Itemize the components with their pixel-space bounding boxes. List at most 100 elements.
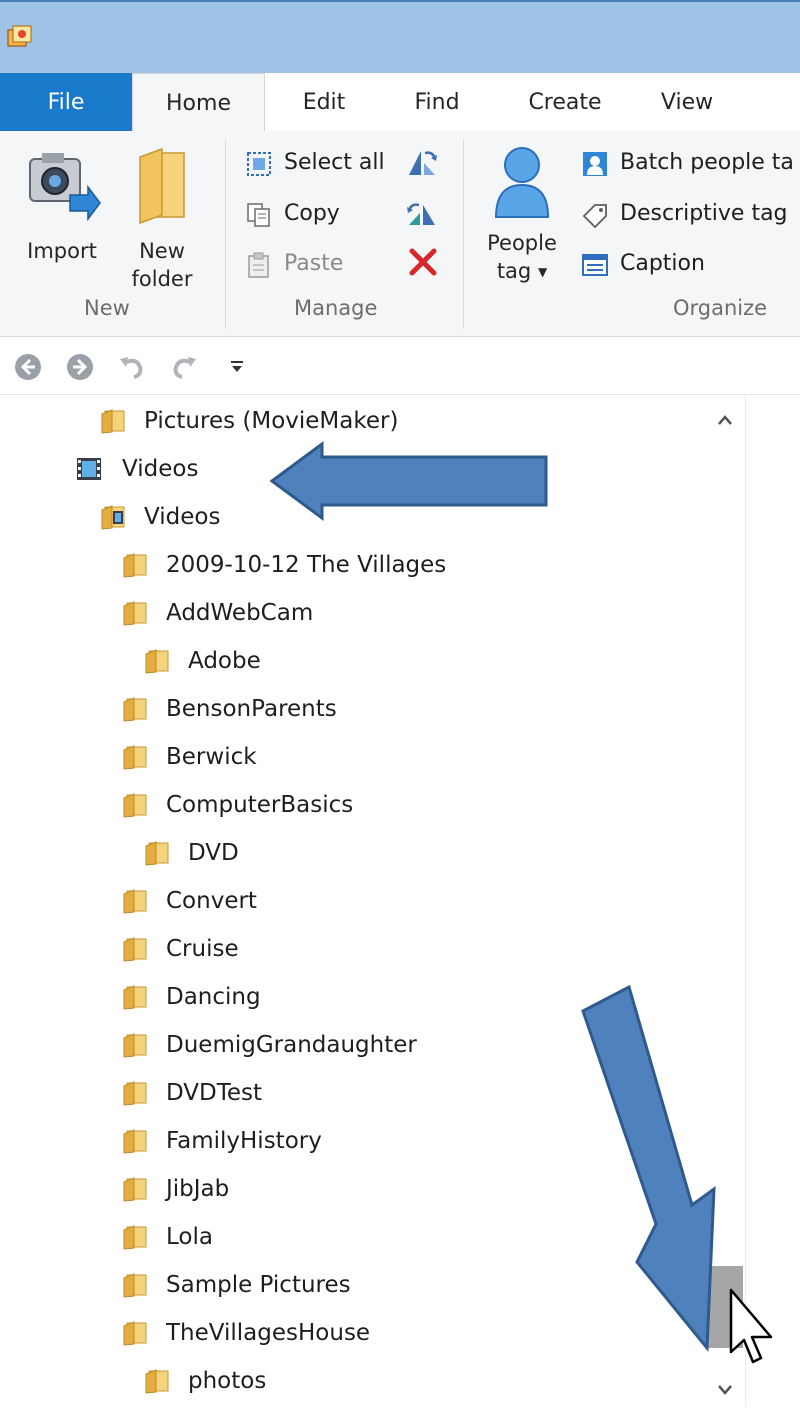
descriptive-tag-button[interactable]: Descriptive tag xyxy=(582,194,800,234)
paste-icon xyxy=(248,252,269,278)
descriptive-tag-label: Descriptive tag xyxy=(620,201,788,226)
folder-icon xyxy=(123,553,147,578)
folder-icon xyxy=(123,793,147,818)
group-label-manage: Manage xyxy=(294,296,378,320)
ribbon-tabs: File Home Edit Find Create View xyxy=(0,73,800,133)
tree-item-label: Videos xyxy=(144,504,221,530)
folder-icon xyxy=(123,889,147,914)
folder-label: folder xyxy=(131,267,193,291)
tab-create[interactable]: Create xyxy=(491,73,639,131)
folder-icon xyxy=(123,937,147,962)
new-folder-button[interactable]: New folder xyxy=(120,141,204,291)
group-label-organize: Organize xyxy=(673,296,768,320)
folder-icon xyxy=(123,1033,147,1058)
import-label: Import xyxy=(27,239,97,263)
folder-icon xyxy=(123,601,147,626)
copy-label: Copy xyxy=(284,201,340,226)
group-divider xyxy=(463,139,464,329)
tree-item-label: FamilyHistory xyxy=(166,1128,322,1154)
tree-item-label: Lola xyxy=(166,1224,213,1250)
tree-item-label: DuemigGrandaughter xyxy=(166,1032,417,1058)
tree-item-label: 2009-10-12 The Villages xyxy=(166,552,447,578)
batch-people-label: Batch people ta xyxy=(620,150,794,175)
new-folder-icon xyxy=(139,147,185,225)
people-label: People xyxy=(487,231,557,255)
tree-item-label: photos xyxy=(188,1368,267,1394)
tree-item-label: AddWebCam xyxy=(166,600,314,626)
tag-dropdown[interactable]: tag ▼ xyxy=(476,257,568,286)
video-folder-icon xyxy=(101,505,125,530)
batch-people-icon xyxy=(583,152,607,176)
group-divider xyxy=(225,139,226,329)
tree-item-label: Convert xyxy=(166,888,257,914)
tab-file[interactable]: File xyxy=(0,73,132,131)
copy-button[interactable]: Copy xyxy=(246,194,366,234)
tree-item-label: Sample Pictures xyxy=(166,1272,351,1298)
customize-dropdown-icon[interactable] xyxy=(230,361,244,373)
select-all-label: Select all xyxy=(284,150,385,175)
copy-icon xyxy=(247,203,270,227)
folder-icon xyxy=(145,841,169,866)
folder-icon xyxy=(145,1369,169,1394)
undo-icon[interactable] xyxy=(118,353,148,381)
title-bar xyxy=(0,0,800,73)
caption-button[interactable]: Caption xyxy=(582,244,782,284)
content-pane xyxy=(745,395,800,1407)
tab-find[interactable]: Find xyxy=(383,73,491,131)
scrollbar-track[interactable] xyxy=(707,395,743,1407)
tree-item-label: Videos xyxy=(122,456,199,482)
photo-gallery-app-icon[interactable] xyxy=(6,24,34,50)
tree-item-label: TheVillagesHouse xyxy=(166,1320,371,1346)
tree-item-label: Pictures (MovieMaker) xyxy=(144,408,399,434)
tab-view[interactable]: View xyxy=(639,73,735,131)
tree-item-label: Adobe xyxy=(188,648,261,674)
tree-item-label: JibJab xyxy=(166,1176,230,1202)
new-label: New xyxy=(139,239,185,263)
caption-icon xyxy=(582,254,608,276)
scroll-down-icon[interactable] xyxy=(707,1372,743,1408)
folder-icon xyxy=(123,1129,147,1154)
folder-icon xyxy=(123,1273,147,1298)
redo-icon[interactable] xyxy=(168,353,198,381)
forward-icon[interactable] xyxy=(66,353,94,381)
back-icon[interactable] xyxy=(14,353,42,381)
tree-item-label: Berwick xyxy=(166,744,257,770)
people-tag-button[interactable]: People tag ▼ xyxy=(476,137,568,293)
folder-icon xyxy=(123,1177,147,1202)
dropdown-arrow-icon: ▼ xyxy=(537,265,548,279)
paste-label: Paste xyxy=(284,251,344,276)
rotate-left-icon[interactable] xyxy=(405,145,439,179)
folder-icon xyxy=(123,1081,147,1106)
tree-item-label: DVD xyxy=(188,840,239,866)
folder-icon xyxy=(123,1225,147,1250)
select-all-button[interactable]: Select all xyxy=(246,143,396,183)
folder-icon xyxy=(145,649,169,674)
folder-tree: Pictures (MovieMaker) Videos Videos 2009… xyxy=(0,395,710,1407)
tab-edit[interactable]: Edit xyxy=(265,73,383,131)
tree-item-label: ComputerBasics xyxy=(166,792,354,818)
tab-home[interactable]: Home xyxy=(132,73,265,133)
quick-access-toolbar xyxy=(0,337,800,395)
ribbon-home: Import New folder New Select all Copy Pa… xyxy=(0,131,800,337)
tag-icon xyxy=(582,204,607,228)
folder-icon xyxy=(123,985,147,1010)
camera-import-icon xyxy=(29,153,101,222)
rotate-right-icon[interactable] xyxy=(405,195,439,229)
select-all-icon xyxy=(247,152,271,176)
folder-icon xyxy=(123,697,147,722)
delete-icon[interactable] xyxy=(408,247,438,277)
import-button[interactable]: Import xyxy=(14,141,110,291)
scroll-up-icon[interactable] xyxy=(707,402,743,438)
tree-item-label: DVDTest xyxy=(166,1080,263,1106)
scrollbar-thumb[interactable] xyxy=(707,1266,743,1348)
batch-people-tag-button[interactable]: Batch people ta xyxy=(582,143,800,183)
group-label-new: New xyxy=(84,296,130,320)
paste-button[interactable]: Paste xyxy=(246,244,366,284)
tree-item-label: Cruise xyxy=(166,936,239,962)
video-library-icon xyxy=(77,458,101,480)
tree-item-label: Dancing xyxy=(166,984,261,1010)
folder-icon xyxy=(123,1321,147,1346)
person-icon xyxy=(494,147,550,218)
folder-icon xyxy=(123,745,147,770)
caption-label: Caption xyxy=(620,251,705,276)
